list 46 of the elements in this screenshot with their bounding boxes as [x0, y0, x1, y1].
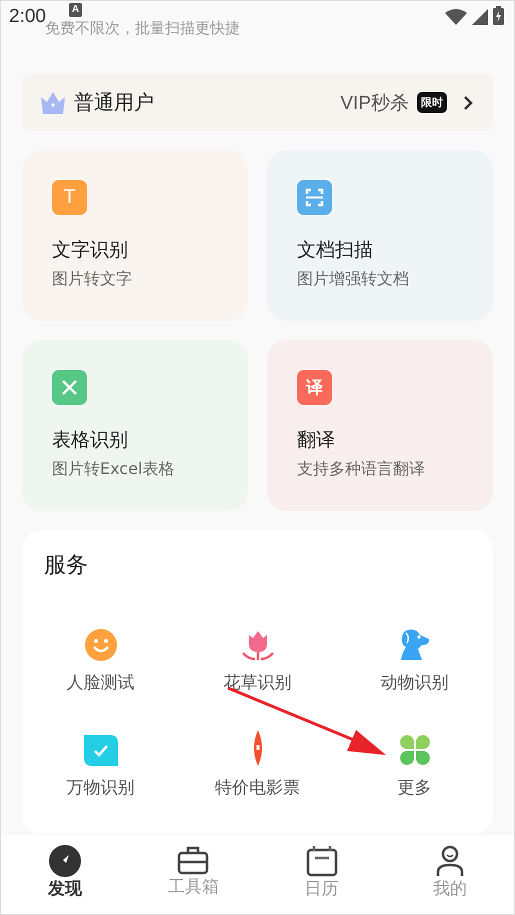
- feature-card[interactable]: 表格识别 图片转Excel表格: [22, 340, 248, 511]
- user-level: 普通用户: [74, 89, 154, 116]
- feature-title: 文字识别: [52, 238, 128, 263]
- membership-banner[interactable]: 普通用户 VIP秒杀 限时: [22, 74, 493, 131]
- feature-title: 文档扫描: [297, 238, 373, 263]
- status-time: 2:00: [9, 6, 46, 27]
- feature-description: 图片增强转文档: [297, 269, 409, 290]
- wifi-icon: [445, 9, 467, 25]
- service-item[interactable]: 人脸测试: [66, 671, 134, 694]
- calendar-icon: [306, 845, 338, 877]
- service-item[interactable]: 万物识别: [66, 776, 134, 799]
- clover-icon: [398, 734, 430, 766]
- section-title: 服务: [44, 552, 89, 580]
- feature-description: 图片转文字: [52, 269, 132, 290]
- excel-icon: [52, 370, 87, 405]
- dog-icon: [400, 629, 430, 661]
- limited-badge: 限时: [417, 92, 447, 113]
- translate-icon: 译: [297, 370, 332, 405]
- feature-description: 支持多种语言翻译: [297, 459, 425, 480]
- service-item[interactable]: 动物识别: [380, 671, 448, 694]
- feature-title: 表格识别: [52, 428, 128, 453]
- feature-title: 翻译: [297, 428, 335, 453]
- compass-icon: [49, 845, 82, 877]
- vip-promo: VIP秒杀: [340, 92, 409, 116]
- feature-description: 图片转Excel表格: [52, 459, 174, 480]
- notification-icon: A: [69, 3, 82, 17]
- subtitle: 免费不限次，批量扫描更快捷: [45, 19, 241, 39]
- crown-icon: [40, 90, 66, 114]
- battery-icon: [493, 6, 504, 25]
- service-item[interactable]: 更多: [398, 776, 432, 799]
- feature-card[interactable]: 文档扫描 图片增强转文档: [267, 150, 493, 321]
- tulip-icon: [242, 629, 274, 661]
- service-item[interactable]: 特价电影票: [215, 776, 300, 799]
- scan-icon: [297, 180, 332, 215]
- toolbox-icon: [177, 845, 210, 875]
- signal-icon: [472, 9, 488, 25]
- chevron-right-icon: [463, 94, 473, 110]
- smiley-icon: [84, 629, 116, 661]
- service-item[interactable]: 花草识别: [224, 671, 292, 694]
- nav-tab[interactable]: 发现: [1, 835, 130, 914]
- person-icon: [436, 845, 464, 877]
- feature-card[interactable]: 译 翻译 支持多种语言翻译: [267, 340, 493, 511]
- feature-card[interactable]: T 文字识别 图片转文字: [22, 150, 248, 321]
- checkmark-icon: [84, 735, 118, 766]
- text-icon: T: [52, 180, 87, 215]
- ticket-icon: [254, 730, 262, 766]
